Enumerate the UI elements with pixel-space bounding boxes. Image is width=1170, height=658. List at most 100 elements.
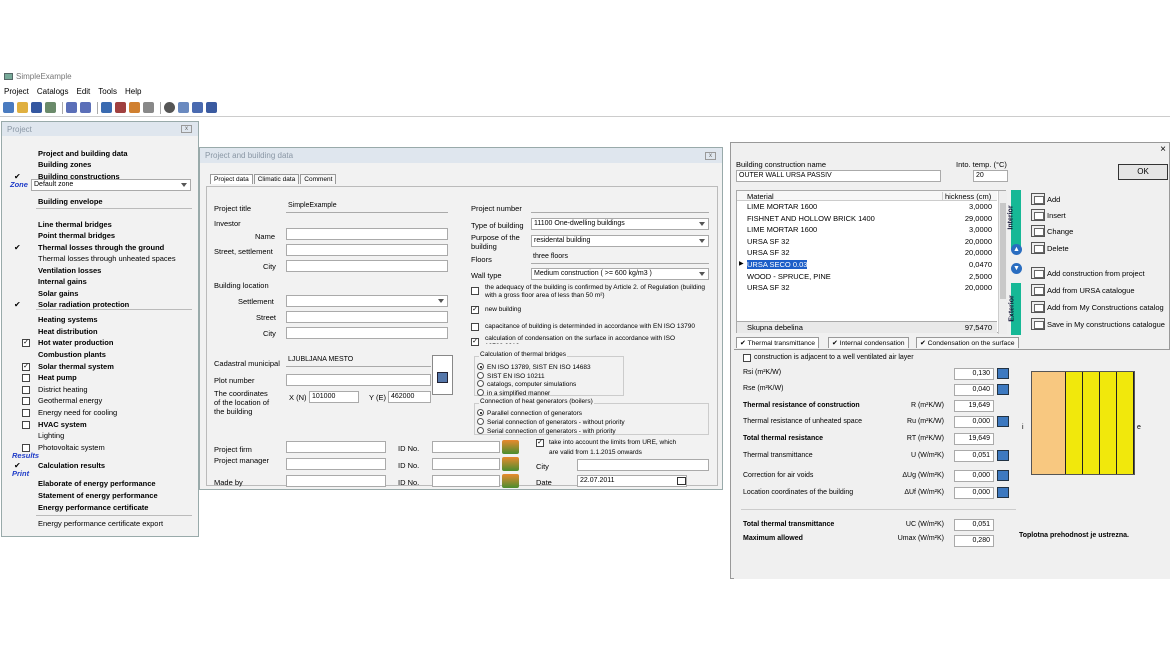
nav-item-20[interactable]: Energy need for cooling [2,407,198,419]
x-field[interactable]: 101000 [309,391,359,403]
menu-help[interactable]: Help [125,87,141,96]
window-icon[interactable] [178,102,189,113]
generator-option-1[interactable]: Parallel connection of generators [477,409,625,418]
project-manager-field[interactable] [286,458,386,470]
globe-icon[interactable] [164,102,175,113]
project-number-field[interactable] [531,201,709,213]
tab-internal-condensation[interactable]: ✔ Internal condensation [828,337,909,348]
bridges-option-2[interactable]: SIST EN ISO 10211 [477,371,591,381]
rse-field[interactable]: 0,040 [954,384,994,396]
project-title-field[interactable]: SimpleExample [286,201,448,213]
tab-climatic-data[interactable]: Climatic data [253,174,300,184]
cadastral-field[interactable]: LJUBLJANA MESTO [286,355,431,367]
bridges-option-4[interactable]: in a simplified manner [477,388,591,398]
save-icon[interactable] [31,102,42,113]
generator-option-3[interactable]: Serial connection of generators - with p… [477,427,625,436]
nav-item-5[interactable]: Point thermal bridges [2,230,198,242]
settlement-select[interactable] [286,295,448,307]
ru-field[interactable]: 0,000 [954,416,994,428]
table-row[interactable]: LIME MORTAR 1600 3,0000 [737,225,997,236]
menu-catalogs[interactable]: Catalogs [37,87,69,96]
adjacent-air-layer-checkbox[interactable] [743,354,751,362]
ru-table-icon[interactable] [997,416,1009,427]
nav-checkbox[interactable] [22,374,30,382]
nav-item-19[interactable]: Geothermal energy [2,395,198,407]
calculator-icon[interactable] [101,102,112,113]
nav-item-6[interactable]: ✔ Thermal losses through the ground [2,242,198,254]
save-all-icon[interactable] [45,102,56,113]
nav-item-7[interactable]: Thermal losses through unheated spaces [2,253,198,265]
project-firm-field[interactable] [286,441,386,453]
calendar-icon[interactable] [677,477,686,485]
add-from-ursa-button[interactable]: Add from URSA catalogue [1031,284,1135,296]
made-by-field[interactable] [286,475,386,487]
table-row[interactable]: URSA SF 32 20,0000 [737,237,997,248]
rsi-table-icon[interactable] [997,368,1009,379]
nav-print-statement[interactable]: Statement of energy performance [2,490,198,502]
construction-name-field[interactable]: OUTER WALL URSA PASSIV [736,170,941,182]
close-icon[interactable]: x [181,125,192,133]
undo-icon[interactable] [66,102,77,113]
nav-print-elaborate[interactable]: Elaborate of energy performance [2,478,198,490]
house-icon[interactable] [129,102,140,113]
person-lookup-icon[interactable] [502,440,519,454]
id-no-field-2[interactable] [432,458,500,470]
condensation-checkbox[interactable]: ✓ [471,338,479,346]
id-no-field-3[interactable] [432,475,500,487]
menu-tools[interactable]: Tools [98,87,117,96]
floors-field[interactable]: three floors [531,252,709,264]
street-field[interactable] [286,311,448,323]
add-from-project-button[interactable]: Add construction from project [1031,267,1145,279]
table-row[interactable]: URSA SF 32 20,0000 [737,283,997,294]
insert-button[interactable]: Insert [1031,209,1066,221]
add-button[interactable]: Add [1031,193,1060,205]
street-settlement-field[interactable] [286,244,448,256]
adequacy-checkbox[interactable] [471,287,479,295]
nav-checkbox[interactable] [22,409,30,417]
redo-icon[interactable] [80,102,91,113]
nav-item-15[interactable]: Combustion plants [2,349,198,361]
nav-item-12[interactable]: Heating systems [2,314,198,326]
u-table-icon[interactable] [997,450,1009,461]
chart-icon[interactable] [115,102,126,113]
close-icon[interactable]: × [1160,144,1166,155]
nav-item-8[interactable]: Ventilation losses [2,265,198,277]
tab-surface-condensation[interactable]: ✔ Condensation on the surface [916,337,1019,348]
new-icon[interactable] [3,102,14,113]
nav-certificate-export[interactable]: Energy performance certificate export [2,518,198,530]
help-icon[interactable] [206,102,217,113]
nav-item-0[interactable]: Project and building data [2,148,198,160]
table-row[interactable]: LIME MORTAR 1600 3,0000 [737,202,997,213]
tab-project-data[interactable]: Project data [210,174,253,184]
id-no-field-1[interactable] [432,441,500,453]
nav-item-10[interactable]: Solar gains [2,288,198,300]
nav-checkbox[interactable]: ✓ [22,363,30,371]
layers-scrollbar[interactable] [998,191,1007,334]
interior-temp-field[interactable]: 20 [973,170,1008,182]
export-icon[interactable] [192,102,203,113]
nav-checkbox[interactable] [22,421,30,429]
table-row[interactable]: ▶ URSA SECO 0.03 0,0470 [737,260,997,271]
rse-table-icon[interactable] [997,384,1009,395]
y-field[interactable]: 462000 [388,391,431,403]
nav-checkbox[interactable] [22,386,30,394]
bridges-option-3[interactable]: catalogs, computer simulations [477,380,591,389]
nav-item-16[interactable]: ✓ Solar thermal system [2,361,198,373]
purpose-select[interactable]: residental building [531,235,709,247]
nav-calculation-results[interactable]: ✔ Calculation results [2,460,198,472]
dug-table-icon[interactable] [997,470,1009,481]
move-down-icon[interactable]: ▼ [1011,263,1022,274]
nav-item-9[interactable]: Internal gains [2,276,198,288]
change-button[interactable]: Change [1031,225,1073,237]
city-field[interactable] [286,260,448,272]
new-building-checkbox[interactable]: ✓ [471,306,479,314]
cadastral-lookup-button[interactable] [432,355,453,395]
nav-item-18[interactable]: District heating [2,384,198,396]
wall-type-select[interactable]: Medium construction ( >= 600 kg/m3 ) [531,268,709,280]
nav-print-certificate[interactable]: Energy performance certificate [2,502,198,514]
duf-table-icon[interactable] [997,487,1009,498]
person-lookup-icon[interactable] [502,474,519,488]
city2-field[interactable] [286,327,448,339]
city3-field[interactable] [577,459,709,471]
menu-edit[interactable]: Edit [76,87,90,96]
